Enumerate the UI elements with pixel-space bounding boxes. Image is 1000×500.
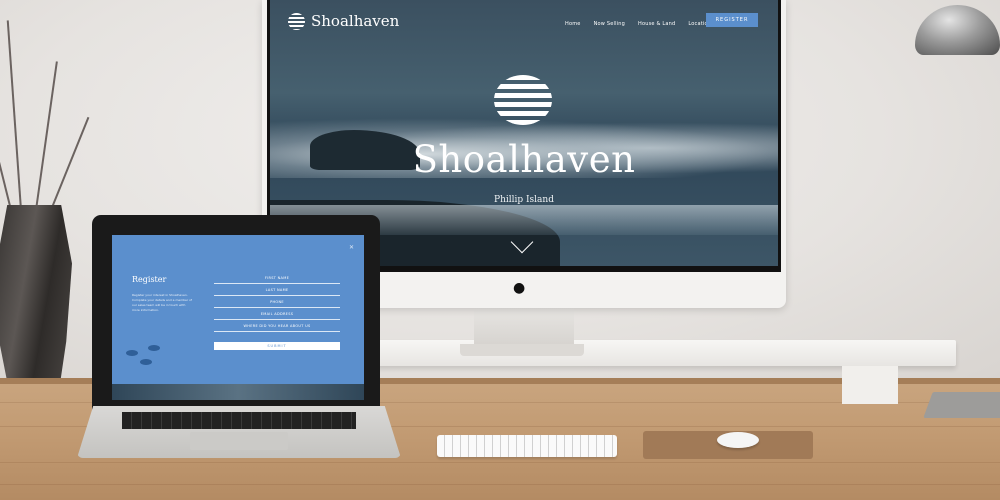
form-fields: FIRST NAME LAST NAME PHONE EMAIL ADDRESS… (214, 272, 340, 332)
laptop-trackpad (190, 432, 288, 450)
striped-sun-hero-icon (494, 75, 552, 125)
fish-icon (148, 345, 160, 351)
striped-sun-logo-icon (288, 12, 305, 30)
nav-item-home[interactable]: Home (565, 21, 581, 27)
phone-field[interactable]: PHONE (214, 296, 340, 308)
hero-subtitle: Phillip Island (494, 195, 554, 205)
monitor-shelf (350, 340, 956, 366)
referral-field[interactable]: WHERE DID YOU HEAR ABOUT US (214, 320, 340, 332)
laptop-keyboard (122, 412, 356, 429)
shelf-leg (842, 366, 898, 404)
nav-item-house-land[interactable]: House & Land (638, 21, 675, 27)
nav-item-now-selling[interactable]: Now Selling (594, 21, 625, 27)
vase (0, 205, 72, 400)
form-heading: Register (132, 275, 167, 284)
site-logo-text: Shoalhaven (311, 12, 400, 30)
close-icon[interactable]: ✕ (349, 244, 354, 251)
apple-logo-icon: ● (513, 280, 526, 296)
last-name-field[interactable]: LAST NAME (214, 284, 340, 296)
wood-grain (0, 462, 1000, 463)
email-field[interactable]: EMAIL ADDRESS (214, 308, 340, 320)
wireless-mouse (717, 432, 759, 448)
registration-form-screen: ✕ Register Register your interest in Sho… (112, 235, 364, 400)
wood-grain (0, 484, 1000, 485)
form-intro: Register your interest in Shoalhaven. Co… (132, 293, 192, 312)
submit-button[interactable]: SUBMIT (214, 342, 340, 350)
imac-stand (474, 308, 574, 348)
tablet (923, 392, 1000, 418)
first-name-field[interactable]: FIRST NAME (214, 272, 340, 284)
hero-title: Shoalhaven (412, 138, 636, 181)
imac-stand-foot (460, 344, 584, 356)
site-nav: Home Now Selling House & Land Location (565, 21, 711, 27)
register-button[interactable]: REGISTER (706, 13, 758, 27)
fish-icon (140, 359, 152, 365)
fish-icon (126, 350, 138, 356)
site-logo[interactable]: Shoalhaven (288, 12, 399, 30)
footer-image-strip (112, 384, 364, 400)
wireless-keyboard (437, 435, 617, 457)
